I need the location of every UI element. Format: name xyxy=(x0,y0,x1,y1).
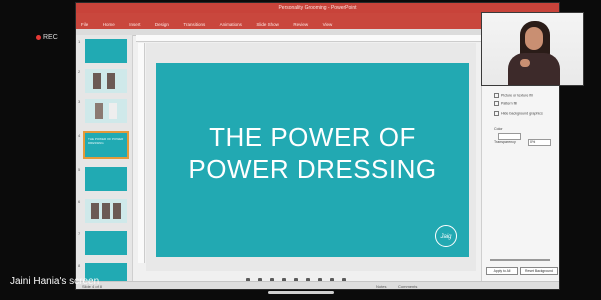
slide-thumbnail[interactable]: 3 xyxy=(78,99,127,123)
slide-title-line-2: POWER DRESSING xyxy=(188,154,437,184)
radio-icon xyxy=(494,101,499,106)
thumbnail-number: 1 xyxy=(78,39,81,44)
notes-button[interactable]: Notes xyxy=(376,282,386,289)
hide-background-graphics-option[interactable]: Hide background graphics xyxy=(494,111,543,116)
slide-thumbnails-panel[interactable]: 1 2 3 4 THE POWER OF POWER DRESSING 5 6 … xyxy=(76,35,133,287)
apply-to-all-button[interactable]: Apply to All xyxy=(486,267,518,275)
horizontal-ruler xyxy=(136,35,481,42)
reset-background-button[interactable]: Reset Background xyxy=(520,267,558,275)
presenter-hand xyxy=(520,59,530,67)
vertical-ruler xyxy=(138,43,145,263)
thumbnail-text: THE POWER OF POWER DRESSING xyxy=(88,137,124,145)
slide-thumbnail[interactable]: 6 xyxy=(78,199,127,223)
brand-logo: Jaig xyxy=(435,225,457,247)
record-dot-icon xyxy=(36,34,41,40)
transparency-label: Transparency xyxy=(494,140,516,144)
radio-icon xyxy=(494,93,499,98)
thumbnail-photo xyxy=(109,103,117,119)
thumbnail-photo xyxy=(91,203,99,219)
slide-navigation-dots xyxy=(246,269,386,282)
current-slide[interactable]: THE POWER OF POWER DRESSING Jaig xyxy=(156,63,469,257)
thumbnail-photo xyxy=(102,203,110,219)
screen-share-label: Jaini Hania's screen xyxy=(10,276,100,287)
slide-thumbnail[interactable]: 5 xyxy=(78,167,127,191)
thumbnail-number: 5 xyxy=(78,167,81,172)
thumbnail-number: 2 xyxy=(78,69,81,74)
transparency-field[interactable]: 0% xyxy=(528,139,551,146)
slide-thumbnail[interactable]: 1 xyxy=(78,39,127,63)
checkbox-icon xyxy=(494,111,499,116)
slide-thumbnail[interactable]: 7 xyxy=(78,231,127,255)
color-picker[interactable] xyxy=(498,133,521,140)
thumbnail-photo xyxy=(113,203,121,219)
presenter-face xyxy=(525,27,543,50)
option-label: Hide background graphics xyxy=(501,111,543,116)
picture-fill-option[interactable]: Picture or texture fill xyxy=(494,93,533,98)
presenter-video xyxy=(481,12,584,86)
thumbnail-number: 4 xyxy=(78,133,81,138)
drag-handle[interactable] xyxy=(268,291,334,294)
thumbnail-photo xyxy=(93,73,101,89)
pattern-fill-option[interactable]: Pattern fill xyxy=(494,101,517,106)
slide-thumbnail[interactable]: 2 xyxy=(78,69,127,93)
thumbnail-number: 6 xyxy=(78,199,81,204)
slide-title-line-1: THE POWER OF xyxy=(209,122,416,152)
comments-button[interactable]: Comments xyxy=(398,282,417,289)
status-bar: Slide 4 of 8 Notes Comments xyxy=(76,281,559,289)
presenter-body xyxy=(508,53,560,85)
recording-label: REC xyxy=(43,34,58,41)
option-label: Picture or texture fill xyxy=(501,93,533,98)
slide-thumbnail-selected[interactable]: 4 THE POWER OF POWER DRESSING xyxy=(78,131,129,159)
transparency-slider[interactable] xyxy=(490,259,550,261)
color-label: Color xyxy=(494,127,503,131)
thumbnail-photo xyxy=(107,73,115,89)
thumbnail-number: 7 xyxy=(78,231,81,236)
thumbnail-photo xyxy=(95,103,103,119)
slide-title[interactable]: THE POWER OF POWER DRESSING xyxy=(156,121,469,185)
thumbnail-number: 8 xyxy=(78,263,81,268)
recording-indicator: REC xyxy=(36,32,70,43)
thumbnail-number: 3 xyxy=(78,99,81,104)
option-label: Pattern fill xyxy=(501,101,517,106)
